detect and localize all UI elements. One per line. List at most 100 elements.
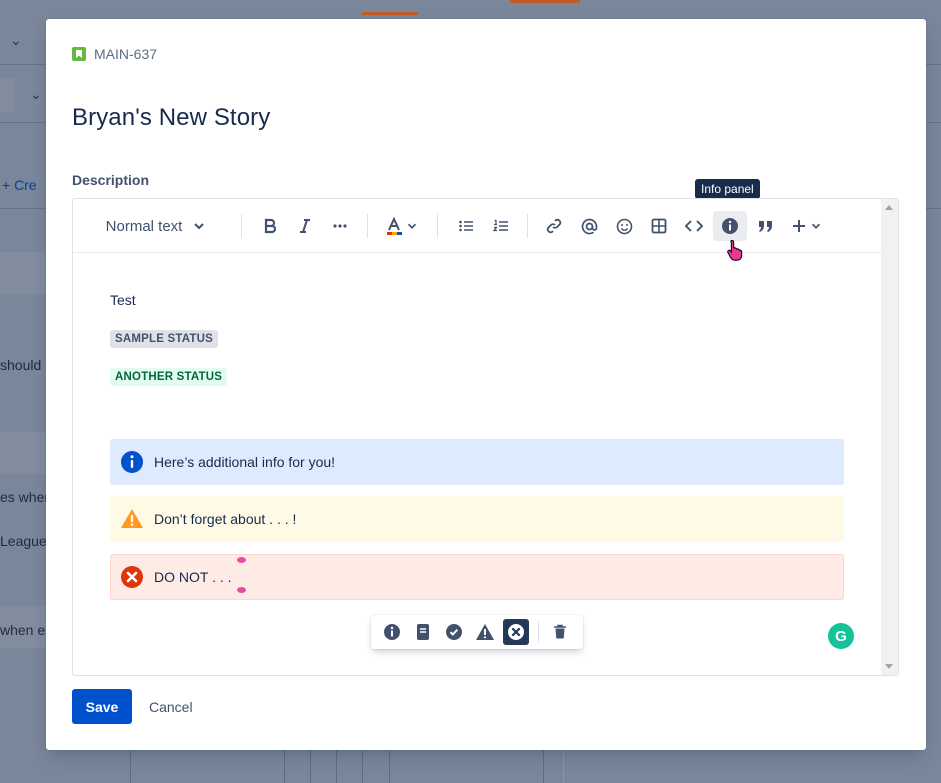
- text-color-icon: [386, 217, 402, 235]
- bg-create-link: + Cre: [2, 177, 37, 193]
- bold-button[interactable]: [255, 211, 285, 241]
- toolbar-divider: [538, 622, 539, 642]
- error-icon: [120, 565, 144, 589]
- hand-cursor-icon: [727, 239, 743, 261]
- table-icon: [651, 218, 667, 234]
- bg-column-line: [543, 750, 544, 783]
- bg-chevron-down-icon: ⌄: [10, 32, 22, 48]
- scroll-up-arrow[interactable]: [885, 205, 893, 210]
- text-style-label: Normal text: [105, 217, 183, 235]
- more-formatting-button[interactable]: [325, 211, 355, 241]
- bg-today-line: [563, 750, 564, 783]
- panel-text[interactable]: Here’s additional info for you!: [154, 454, 335, 470]
- bg-column-line: [389, 750, 390, 783]
- insert-plus-icon: [792, 220, 805, 232]
- bg-row: [0, 432, 46, 474]
- link-button[interactable]: [539, 211, 569, 241]
- numbered-list-icon: [493, 219, 508, 232]
- bg-row-text: when e: [0, 622, 46, 638]
- panel-text[interactable]: Don’t forget about . . . !: [154, 511, 296, 527]
- delete-icon: [554, 624, 566, 639]
- info-panel-tooltip: Info panel: [695, 179, 760, 199]
- bg-column-line: [336, 750, 337, 783]
- bg-column-line: [284, 750, 285, 783]
- description-label: Description: [72, 172, 150, 188]
- bg-row: [0, 78, 14, 112]
- error-panel-option[interactable]: [503, 619, 529, 645]
- bg-row-text: should: [0, 357, 42, 373]
- issue-title[interactable]: Bryan's New Story: [72, 104, 270, 132]
- paragraph-text[interactable]: Test: [110, 292, 136, 308]
- bg-tab-indicator: [510, 0, 580, 3]
- error-panel[interactable]: DO NOT . . .: [110, 554, 844, 600]
- chevron-down-icon: [811, 223, 820, 229]
- description-editor[interactable]: Normal text Test SAMPLE STATUS ANOTHER S…: [72, 198, 899, 676]
- error-icon: [508, 624, 524, 640]
- code-button[interactable]: [679, 211, 709, 241]
- code-icon: [685, 220, 703, 232]
- note-panel-option[interactable]: [410, 619, 436, 645]
- issue-key-breadcrumb[interactable]: MAIN-637: [72, 46, 157, 62]
- selection-handle[interactable]: [237, 587, 246, 593]
- save-button[interactable]: Save: [72, 689, 132, 724]
- insert-menu-button[interactable]: [787, 211, 825, 241]
- info-panel[interactable]: Here’s additional info for you!: [110, 439, 844, 485]
- panel-type-toolbar: [371, 615, 583, 649]
- bg-column-line: [130, 750, 131, 783]
- success-panel-option[interactable]: [441, 619, 467, 645]
- scroll-down-arrow[interactable]: [885, 664, 893, 669]
- text-color-button[interactable]: [381, 211, 421, 241]
- bg-row-text: es wher: [0, 489, 50, 505]
- mention-icon: [581, 218, 597, 234]
- warning-panel[interactable]: Don’t forget about . . . !: [110, 496, 844, 542]
- italic-button[interactable]: [290, 211, 320, 241]
- editor-toolbar: Normal text: [73, 199, 881, 253]
- emoji-icon: [616, 218, 632, 234]
- italic-icon: [300, 219, 310, 233]
- bg-tab-indicator: [362, 12, 418, 15]
- numbered-list-button[interactable]: [486, 211, 516, 241]
- info-panel-button[interactable]: [713, 211, 747, 241]
- editor-scrollbar[interactable]: [881, 199, 898, 675]
- bg-column-line: [310, 750, 311, 783]
- warning-icon: [476, 624, 494, 640]
- emoji-button[interactable]: [609, 211, 639, 241]
- note-icon: [417, 624, 429, 640]
- delete-panel-button[interactable]: [547, 619, 573, 645]
- bg-chevron-down-icon: ⌄: [30, 86, 42, 102]
- mention-button[interactable]: [574, 211, 604, 241]
- bullet-list-button[interactable]: [451, 211, 481, 241]
- check-circle-icon: [446, 624, 462, 640]
- cancel-button[interactable]: Cancel: [140, 689, 202, 724]
- bg-row: [0, 252, 46, 294]
- warning-icon: [120, 507, 144, 531]
- info-icon: [384, 624, 400, 640]
- toolbar-divider: [527, 214, 528, 238]
- chevron-down-icon: [407, 223, 416, 229]
- bold-icon: [264, 218, 277, 234]
- toolbar-divider: [437, 214, 438, 238]
- chevron-down-icon: [194, 223, 205, 230]
- text-style-dropdown[interactable]: Normal text: [97, 211, 215, 241]
- more-formatting-icon: [333, 224, 347, 228]
- toolbar-divider: [367, 214, 368, 238]
- bg-row-text: League: [0, 533, 47, 549]
- panel-text[interactable]: DO NOT . . .: [154, 569, 232, 585]
- quote-icon: [759, 221, 772, 232]
- issue-modal: MAIN-637 Bryan's New Story Description I…: [46, 19, 926, 750]
- story-icon: [72, 47, 86, 61]
- quote-button[interactable]: [751, 211, 781, 241]
- info-panel-option[interactable]: [379, 619, 405, 645]
- issue-key[interactable]: MAIN-637: [94, 46, 157, 62]
- info-icon: [120, 450, 144, 474]
- bullet-list-icon: [459, 220, 473, 232]
- info-panel-icon: [722, 218, 738, 234]
- grammarly-icon[interactable]: G: [828, 623, 854, 649]
- table-button[interactable]: [644, 211, 674, 241]
- bg-column-line: [362, 750, 363, 783]
- selection-handle[interactable]: [237, 557, 246, 563]
- link-icon: [546, 218, 562, 234]
- status-lozenge[interactable]: ANOTHER STATUS: [110, 368, 228, 386]
- status-lozenge[interactable]: SAMPLE STATUS: [110, 330, 219, 348]
- warning-panel-option[interactable]: [472, 619, 498, 645]
